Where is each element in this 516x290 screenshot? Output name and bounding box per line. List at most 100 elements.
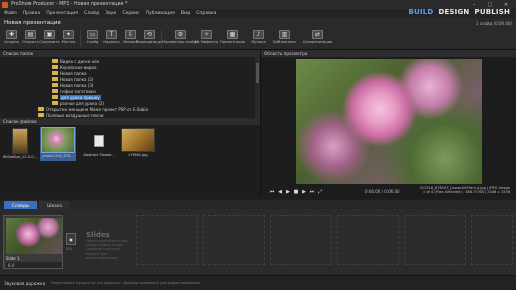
caption-button[interactable]: T Надпись	[102, 28, 121, 50]
transition-duration[interactable]: 3.0	[66, 247, 72, 251]
folder-label: Открытки женщине Маме проект PSP от Е.Sa…	[46, 106, 148, 112]
menu-slide[interactable]: Слайд	[84, 11, 99, 16]
window-title: ProShow Producer - MP3 - Новая презентац…	[11, 2, 128, 7]
play-icon[interactable]: ▶	[285, 189, 291, 195]
save-button[interactable]: ▣ Сохранить	[39, 28, 60, 50]
menu-view[interactable]: Вид	[181, 11, 190, 16]
sync-button[interactable]: ⇄ Синхронизация	[301, 28, 334, 50]
toolbar: ✚ Создать ▤ Открыть ▣ Сохранить ✦ Мастер ▭ Сл…	[0, 28, 516, 50]
slide-label: Слайд	[86, 40, 99, 44]
menu-edit[interactable]: Правка	[23, 11, 40, 16]
slide-options-button[interactable]: ⚙ Параметры слайда	[162, 28, 199, 50]
music-icon: ♪	[253, 30, 264, 39]
slide-card[interactable]: Slide 1 6.0	[3, 215, 63, 269]
slide-duration[interactable]: 6.0	[8, 263, 14, 268]
folder-label: гифки заготовки	[60, 88, 96, 94]
periodize-button[interactable]: ⟲ Периодизация	[136, 28, 163, 50]
import-button[interactable]: ⇩ Импорт	[121, 28, 140, 50]
tab-timeline[interactable]: Шкала	[39, 201, 70, 209]
empty-slide-slot[interactable]	[203, 215, 265, 265]
open-button[interactable]: ▤ Открыть	[21, 28, 40, 50]
wizard-button[interactable]: ✦ Мастер	[59, 28, 78, 50]
transition-button[interactable]: ▣	[66, 233, 76, 245]
app-icon	[2, 1, 8, 8]
file-item[interactable]: c7f064.jpg	[120, 128, 156, 157]
effects-button[interactable]: ✧ FX Эффекты	[194, 28, 219, 50]
fullscreen-icon[interactable]: ⤢	[317, 189, 323, 195]
new-icon: ✚	[6, 30, 17, 39]
scrollbar-thumb[interactable]	[256, 63, 259, 83]
menu-help[interactable]: Справка	[196, 11, 216, 16]
menu-tools[interactable]: Сервис	[122, 11, 139, 16]
slide-icon: ▭	[87, 30, 98, 39]
music-label: Музыка	[251, 40, 266, 44]
folder-icon	[52, 65, 58, 69]
show-options-button[interactable]: ▦ Презентация	[216, 28, 249, 50]
folder-icon	[52, 95, 58, 99]
wizard-label: Мастер	[61, 40, 76, 44]
slide-options-label: Параметры слайда	[162, 40, 199, 44]
slide-label: Slide 1	[6, 256, 20, 261]
menu-show[interactable]: Презентация	[46, 11, 78, 16]
folder-label: Корейские видео	[60, 64, 97, 70]
caption-label: Надпись	[103, 40, 120, 44]
skip-end-icon[interactable]: ⏭	[309, 189, 315, 195]
project-name: Новая презентация	[4, 20, 61, 26]
empty-slide-slot[interactable]	[136, 215, 198, 265]
file-panel-header: Список файлов	[0, 118, 260, 125]
timeline-tabs: Слайды Шкала	[0, 200, 516, 209]
audio-track-label: Звуковая дорожка	[4, 280, 46, 286]
slides-hint-text: Перетащите фото или видео файлы сюда. Дв…	[86, 239, 129, 260]
empty-slide-slot[interactable]	[270, 215, 332, 265]
library-button[interactable]: ▥ Библиотека	[268, 28, 301, 50]
slide-button[interactable]: ▭ Слайд	[83, 28, 102, 50]
music-button[interactable]: ♪ Музыка	[249, 28, 268, 50]
preview-panel: Область просмотра ⏮ ◀ ▶ ■ ▶ ⏭ ⤢ 0:00.00 …	[260, 50, 516, 198]
audio-track-hint: Перетащите музыку на эту дорожку. Дважды…	[51, 281, 200, 285]
effects-label: FX Эффекты	[194, 40, 219, 44]
wizard-icon: ✦	[63, 30, 74, 39]
file-item[interactable]: Abstract Flower...	[80, 135, 118, 157]
periodize-icon: ⟲	[144, 30, 155, 39]
menu-file[interactable]: Файл	[4, 11, 17, 16]
playback-time: 0:00.00 / 0:06.00	[365, 189, 400, 194]
rewind-icon[interactable]: ◀	[277, 189, 283, 195]
folder-label: для урока прошоу	[60, 94, 101, 100]
save-icon: ▣	[44, 30, 55, 39]
menu-publish[interactable]: Публикация	[145, 11, 174, 16]
empty-slide-slot[interactable]	[471, 215, 513, 265]
folder-label: Новая папка (2)	[60, 76, 94, 82]
show-options-icon: ▦	[227, 30, 238, 39]
stop-icon[interactable]: ■	[293, 189, 299, 195]
empty-slide-slot[interactable]	[404, 215, 466, 265]
file-panel: Список файлов 600x60pt_12-0-0... photo13…	[0, 118, 260, 198]
slides-hint-title: Slides	[86, 231, 110, 239]
file-item-selected[interactable]: photo1316_878...	[40, 127, 76, 161]
slide-list: Slide 1 6.0 ▣ 3.0 Slides Перетащите фото…	[0, 209, 516, 275]
transition-icon: ▣	[69, 236, 73, 242]
skip-start-icon[interactable]: ⏮	[269, 189, 275, 195]
mode-build-button[interactable]: BUILD	[409, 8, 434, 16]
show-options-label: Презентация	[220, 40, 245, 44]
folder-tree: Видео с диска ноя Корейские видео Новая …	[0, 57, 260, 118]
folder-label: разное для урока (2)	[60, 100, 105, 106]
mode-switcher: BUILD DESIGN PUBLISH	[409, 8, 510, 16]
mode-publish-button[interactable]: PUBLISH	[474, 8, 510, 16]
file-item[interactable]: 600x60pt_12-0-0...	[3, 128, 37, 159]
forward-icon[interactable]: ▶	[301, 189, 307, 195]
project-info: 1 слайд (0:06.00)	[475, 20, 512, 26]
audio-track[interactable]: Звуковая дорожка Перетащите музыку на эт…	[0, 275, 516, 290]
sync-label: Синхронизация	[302, 40, 333, 44]
new-button[interactable]: ✚ Создать	[2, 28, 21, 50]
empty-slide-slot[interactable]	[337, 215, 399, 265]
slide-duration-bar: 6.0	[6, 262, 62, 268]
mode-design-button[interactable]: DESIGN	[438, 8, 469, 16]
menu-audio[interactable]: Звук	[105, 11, 116, 16]
library-label: Библиотека	[273, 40, 296, 44]
folder-panel-header: Список папок	[0, 50, 260, 57]
open-label: Открыть	[22, 40, 39, 44]
tab-slides[interactable]: Слайды	[4, 201, 38, 209]
folder-icon	[38, 107, 44, 111]
slide-options-icon: ⚙	[175, 30, 186, 39]
folder-label: Новая папка	[60, 70, 87, 76]
